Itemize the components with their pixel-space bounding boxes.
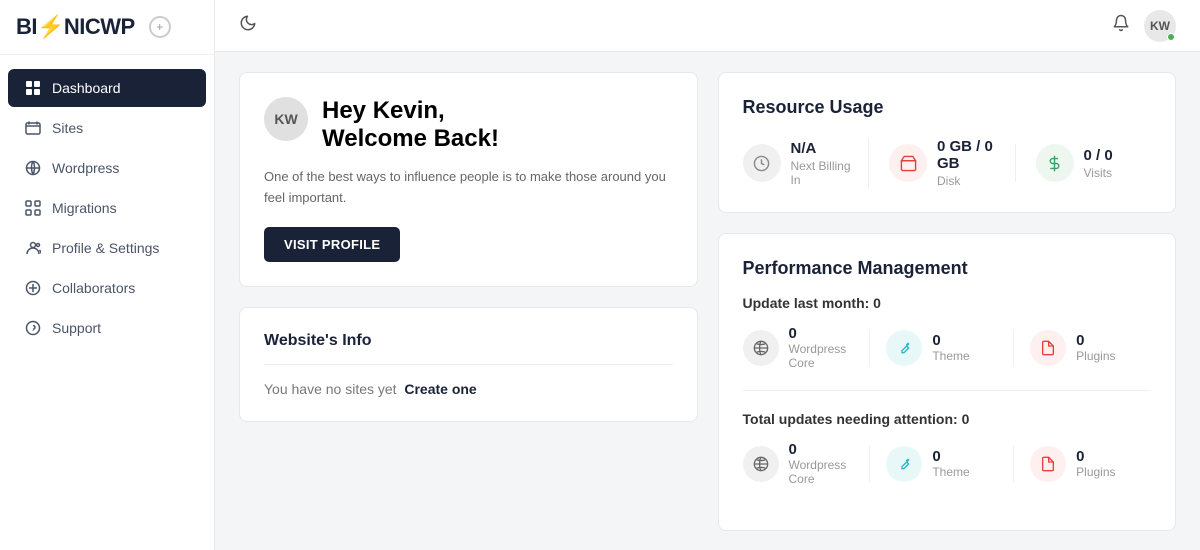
disk-value: 0 GB / 0 GB <box>937 138 1005 172</box>
visits-label: Visits <box>1084 166 1113 180</box>
sidebar-item-label: Collaborators <box>52 280 135 296</box>
dashboard-icon <box>24 79 42 97</box>
theme-label: Theme <box>932 349 969 363</box>
welcome-card: KW Hey Kevin, Welcome Back! One of the b… <box>239 72 698 287</box>
plugins2-value: 0 <box>1076 448 1115 465</box>
user-avatar[interactable]: KW <box>1144 10 1176 42</box>
no-sites-message: You have no sites yet Create one <box>264 381 673 397</box>
online-status-dot <box>1167 33 1175 41</box>
visits-value: 0 / 0 <box>1084 147 1113 164</box>
billing-value: N/A <box>791 140 859 157</box>
resource-item-visits: 0 / 0 Visits <box>1015 144 1152 182</box>
perf-item-wp-core2: 0 Wordpress Core <box>743 441 864 486</box>
attention-title: Total updates needing attention: 0 <box>743 411 1152 427</box>
sidebar-item-label: Migrations <box>52 200 117 216</box>
collaborators-icon <box>24 279 42 297</box>
wp-core-value: 0 <box>789 325 864 342</box>
dashboard-grid: KW Hey Kevin, Welcome Back! One of the b… <box>239 72 1176 531</box>
content-area: KW Hey Kevin, Welcome Back! One of the b… <box>215 52 1200 550</box>
resource-items: N/A Next Billing In 0 GB / 0 GB Disk <box>743 138 1152 188</box>
wp-core-label: Wordpress Core <box>789 342 864 370</box>
sites-icon <box>24 119 42 137</box>
sidebar-navigation: Dashboard Sites Wordpress Migrations Pro… <box>0 55 214 550</box>
wp-core2-value: 0 <box>789 441 864 458</box>
migrations-icon <box>24 199 42 217</box>
topbar: KW <box>215 0 1200 52</box>
section-divider <box>743 390 1152 391</box>
plugins-icon <box>1030 330 1066 366</box>
sidebar-item-label: Wordpress <box>52 160 119 176</box>
welcome-greeting: Hey Kevin, Welcome Back! <box>322 97 499 153</box>
brand-name: BI⚡NICWP <box>16 14 135 40</box>
performance-title: Performance Management <box>743 258 1152 279</box>
disk-label: Disk <box>937 174 1005 188</box>
attention-items: 0 Wordpress Core 0 Theme <box>743 441 1152 486</box>
plugins-value: 0 <box>1076 332 1115 349</box>
sidebar-item-collaborators[interactable]: Collaborators <box>8 269 206 307</box>
sidebar-item-wordpress[interactable]: Wordpress <box>8 149 206 187</box>
sidebar-item-profile-settings[interactable]: Profile & Settings <box>8 229 206 267</box>
plugins2-label: Plugins <box>1076 465 1115 479</box>
create-site-link[interactable]: Create one <box>404 381 476 397</box>
visits-icon <box>1036 144 1074 182</box>
logo: BI⚡NICWP + <box>0 0 214 55</box>
theme2-label: Theme <box>932 465 969 479</box>
last-month-title: Update last month: 0 <box>743 295 1152 311</box>
theme-icon <box>886 330 922 366</box>
welcome-text: Hey Kevin, Welcome Back! <box>322 97 499 153</box>
notification-bell-icon[interactable] <box>1112 14 1130 37</box>
sidebar-item-dashboard[interactable]: Dashboard <box>8 69 206 107</box>
last-month-items: 0 Wordpress Core 0 Theme <box>743 325 1152 370</box>
plugins-label: Plugins <box>1076 349 1115 363</box>
dark-mode-icon[interactable] <box>239 14 257 37</box>
plugins2-icon <box>1030 446 1066 482</box>
left-column: KW Hey Kevin, Welcome Back! One of the b… <box>239 72 698 531</box>
topbar-right: KW <box>1112 10 1176 42</box>
resource-item-billing: N/A Next Billing In <box>743 140 859 187</box>
perf-item-theme2: 0 Theme <box>869 446 1007 482</box>
resource-item-disk: 0 GB / 0 GB Disk <box>868 138 1005 188</box>
topbar-left <box>239 14 257 37</box>
sidebar-item-label: Profile & Settings <box>52 240 159 256</box>
right-column: Resource Usage N/A Next Billing In <box>718 72 1177 531</box>
wp-core2-label: Wordpress Core <box>789 458 864 486</box>
wordpress-icon <box>24 159 42 177</box>
perf-item-plugins2: 0 Plugins <box>1013 446 1151 482</box>
theme2-value: 0 <box>932 448 969 465</box>
performance-management-card: Performance Management Update last month… <box>718 233 1177 531</box>
welcome-header: KW Hey Kevin, Welcome Back! <box>264 97 673 153</box>
perf-item-wp-core: 0 Wordpress Core <box>743 325 864 370</box>
sidebar-item-label: Sites <box>52 120 83 136</box>
wp-core-icon <box>743 330 779 366</box>
sidebar-item-sites[interactable]: Sites <box>8 109 206 147</box>
logo-circle-icon: + <box>149 16 171 38</box>
visit-profile-button[interactable]: VISIT PROFILE <box>264 227 400 262</box>
sidebar-item-label: Dashboard <box>52 80 121 96</box>
support-icon <box>24 319 42 337</box>
disk-icon <box>889 144 927 182</box>
theme2-icon <box>886 446 922 482</box>
welcome-quote: One of the best ways to influence people… <box>264 167 673 209</box>
resource-usage-card: Resource Usage N/A Next Billing In <box>718 72 1177 213</box>
profile-settings-icon <box>24 239 42 257</box>
website-info-title: Website's Info <box>264 332 673 365</box>
website-info-card: Website's Info You have no sites yet Cre… <box>239 307 698 422</box>
sidebar-item-label: Support <box>52 320 101 336</box>
billing-icon <box>743 144 781 182</box>
sidebar-item-migrations[interactable]: Migrations <box>8 189 206 227</box>
perf-item-plugins: 0 Plugins <box>1013 330 1151 366</box>
sidebar: BI⚡NICWP + Dashboard Sites Wordpress <box>0 0 215 550</box>
sidebar-item-support[interactable]: Support <box>8 309 206 347</box>
welcome-avatar: KW <box>264 97 308 141</box>
perf-item-theme: 0 Theme <box>869 330 1007 366</box>
resource-usage-title: Resource Usage <box>743 97 1152 118</box>
main-content: KW KW Hey Kevin, Welc <box>215 0 1200 550</box>
wp-core2-icon <box>743 446 779 482</box>
theme-value: 0 <box>932 332 969 349</box>
billing-label: Next Billing In <box>791 159 859 187</box>
